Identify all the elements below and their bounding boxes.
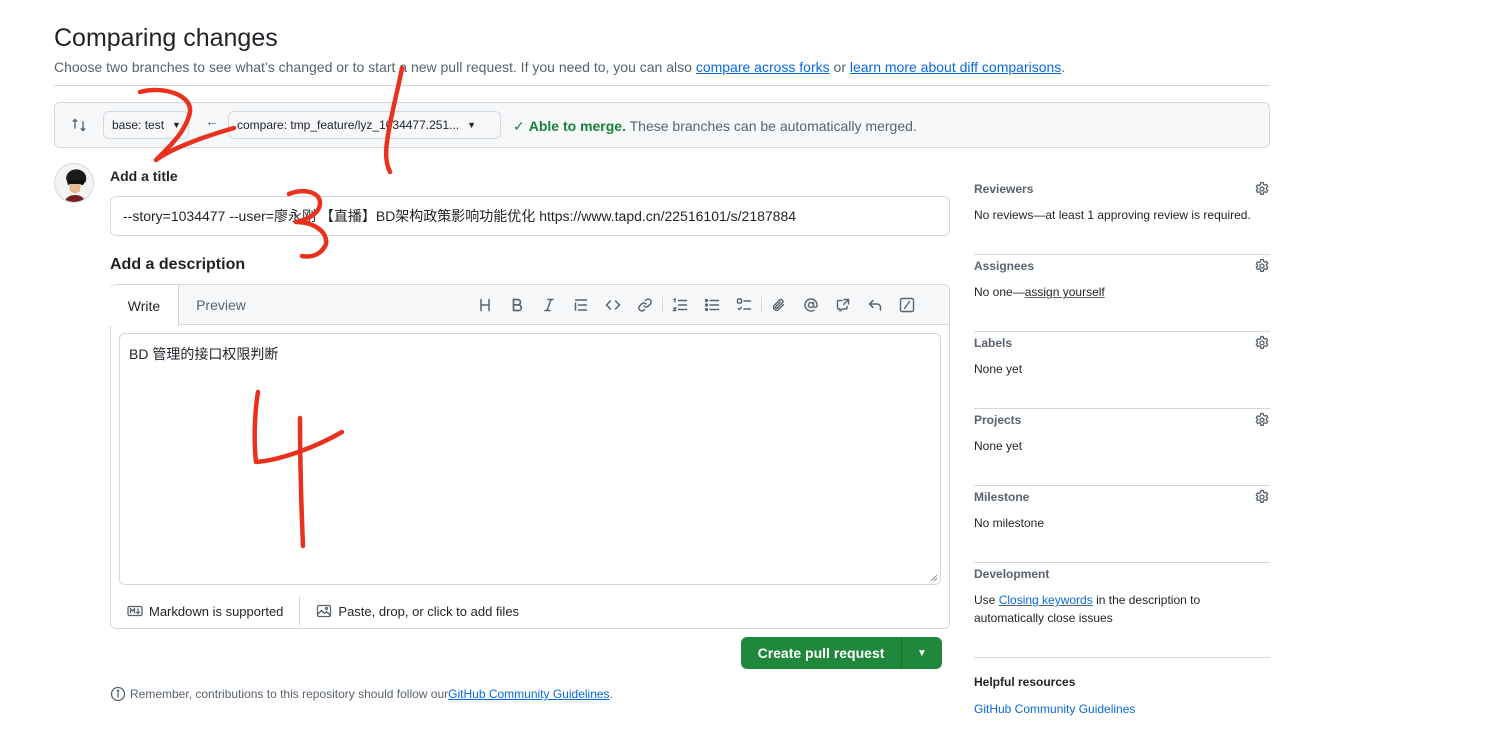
- subtitle-text: Choose two branches to see what’s change…: [54, 59, 696, 75]
- milestone-title: Milestone: [974, 490, 1030, 504]
- task-list-icon[interactable]: [728, 285, 760, 325]
- reviewers-value: No reviews—at least 1 approving review i…: [974, 208, 1251, 222]
- heading-icon[interactable]: [469, 285, 501, 325]
- header-divider: [54, 85, 1270, 86]
- description-textarea[interactable]: BD 管理的接口权限判断: [119, 333, 941, 585]
- compare-branch-select[interactable]: compare: tmp_feature/lyz_1034477.251... ▼: [228, 111, 501, 139]
- compare-forks-link[interactable]: compare across forks: [696, 59, 830, 75]
- italic-icon[interactable]: [533, 285, 565, 325]
- mention-icon[interactable]: [795, 285, 827, 325]
- reviewers-title: Reviewers: [974, 182, 1034, 196]
- cross-reference-icon[interactable]: [827, 285, 859, 325]
- reply-icon[interactable]: [859, 285, 891, 325]
- projects-title: Projects: [974, 413, 1022, 427]
- chevron-down-icon: ▼: [467, 120, 477, 130]
- markdown-note: Markdown is supported: [149, 603, 284, 619]
- development-prefix: Use: [974, 593, 999, 607]
- attach-icon[interactable]: [763, 285, 795, 325]
- attach-files-button[interactable]: Paste, drop, or click to add files: [300, 593, 535, 629]
- sidebar-helpful-resources: Helpful resources GitHub Community Guide…: [974, 658, 1270, 728]
- page-subtitle: Choose two branches to see what’s change…: [54, 59, 1065, 75]
- sidebar: Reviewers No reviews—at least 1 approvin…: [974, 178, 1270, 728]
- assign-yourself-link[interactable]: assign yourself: [1025, 285, 1105, 299]
- toolbar-divider: [662, 297, 663, 313]
- bold-icon[interactable]: [501, 285, 533, 325]
- markdown-supported-link[interactable]: Markdown is supported: [111, 593, 299, 629]
- create-pull-request-group: Create pull request ▼: [741, 637, 942, 669]
- attach-note: Paste, drop, or click to add files: [338, 603, 520, 619]
- development-value: Use Closing keywords in the description …: [974, 591, 1234, 627]
- base-branch-select[interactable]: base: test ▼: [103, 111, 189, 139]
- sidebar-development: Development Use Closing keywords in the …: [974, 563, 1270, 658]
- sidebar-guidelines-link[interactable]: GitHub Community Guidelines: [974, 702, 1135, 716]
- helpful-resources-title: Helpful resources: [974, 675, 1076, 689]
- milestone-value: No milestone: [974, 516, 1045, 530]
- sidebar-milestone: Milestone No milestone: [974, 486, 1270, 563]
- link-icon[interactable]: [629, 285, 661, 325]
- assignees-prefix: No one—: [974, 285, 1025, 299]
- quote-icon[interactable]: [565, 285, 597, 325]
- gear-icon[interactable]: [1254, 335, 1270, 351]
- unordered-list-icon[interactable]: [696, 285, 728, 325]
- check-icon: ✓: [513, 118, 525, 134]
- assignees-value: No one—assign yourself: [974, 285, 1105, 299]
- description-text: BD 管理的接口权限判断: [129, 346, 279, 362]
- ordered-list-icon[interactable]: [664, 285, 696, 325]
- merge-status-text: These branches can be automatically merg…: [625, 118, 917, 134]
- tab-preview[interactable]: Preview: [179, 285, 263, 325]
- sidebar-assignees: Assignees No one—assign yourself: [974, 255, 1270, 332]
- subtitle-or: or: [829, 59, 850, 75]
- editor-header: Write Preview: [110, 285, 949, 326]
- gear-icon[interactable]: [1254, 412, 1270, 428]
- code-icon[interactable]: [597, 285, 629, 325]
- learn-diff-link[interactable]: learn more about diff comparisons: [850, 59, 1061, 75]
- image-icon: [317, 604, 332, 618]
- gear-icon[interactable]: [1254, 258, 1270, 274]
- title-label: Add a title: [110, 168, 178, 184]
- description-editor: Write Preview BD 管理的接口权限判断 Markdown is s…: [110, 284, 950, 629]
- markdown-icon: [127, 605, 143, 617]
- remember-note: Remember, contributions to this reposito…: [110, 686, 613, 702]
- chevron-down-icon: ▼: [172, 120, 181, 130]
- arrow-left-icon: ←: [205, 113, 219, 129]
- editor-footer: Markdown is supported Paste, drop, or cl…: [111, 593, 949, 629]
- development-title: Development: [974, 567, 1050, 581]
- avatar[interactable]: [54, 163, 94, 203]
- markdown-toolbar: [469, 285, 923, 325]
- labels-title: Labels: [974, 336, 1013, 350]
- sidebar-labels: Labels None yet: [974, 332, 1270, 409]
- title-input[interactable]: [110, 196, 950, 236]
- helpful-resources-value: GitHub Community Guidelines: [974, 702, 1135, 716]
- base-branch-label: base: test: [112, 118, 165, 132]
- labels-value: None yet: [974, 362, 1023, 376]
- remember-end: .: [609, 687, 613, 701]
- merge-ok-label: Able to merge.: [528, 118, 626, 134]
- compare-branch-label: compare: tmp_feature/lyz_1034477.251...: [237, 118, 460, 132]
- page-title: Comparing changes: [54, 24, 278, 52]
- create-options-dropdown[interactable]: ▼: [902, 637, 942, 669]
- sidebar-reviewers: Reviewers No reviews—at least 1 approvin…: [974, 178, 1270, 255]
- compare-arrows-icon[interactable]: [71, 117, 87, 133]
- resize-grip-icon[interactable]: [930, 574, 938, 582]
- sidebar-projects: Projects None yet: [974, 409, 1270, 486]
- gear-icon[interactable]: [1254, 489, 1270, 505]
- remember-text: Remember, contributions to this reposito…: [130, 687, 449, 701]
- description-label: Add a description: [110, 256, 246, 273]
- subtitle-end: .: [1061, 59, 1066, 75]
- branch-compare-bar: base: test ▼ ← compare: tmp_feature/lyz_1…: [54, 102, 1270, 148]
- avatar-image: [55, 164, 93, 202]
- slash-command-icon[interactable]: [891, 285, 923, 325]
- tab-write[interactable]: Write: [110, 285, 179, 326]
- merge-status: ✓ Able to merge. These branches can be au…: [513, 118, 917, 135]
- assignees-title: Assignees: [974, 259, 1035, 273]
- closing-keywords-link[interactable]: Closing keywords: [999, 593, 1093, 607]
- gear-icon[interactable]: [1254, 181, 1270, 197]
- create-pull-request-button[interactable]: Create pull request: [741, 637, 902, 669]
- toolbar-divider: [761, 297, 762, 313]
- community-guidelines-link[interactable]: GitHub Community Guidelines: [448, 687, 609, 701]
- chevron-down-icon: ▼: [917, 647, 927, 659]
- info-icon: [110, 686, 126, 702]
- projects-value: None yet: [974, 439, 1023, 453]
